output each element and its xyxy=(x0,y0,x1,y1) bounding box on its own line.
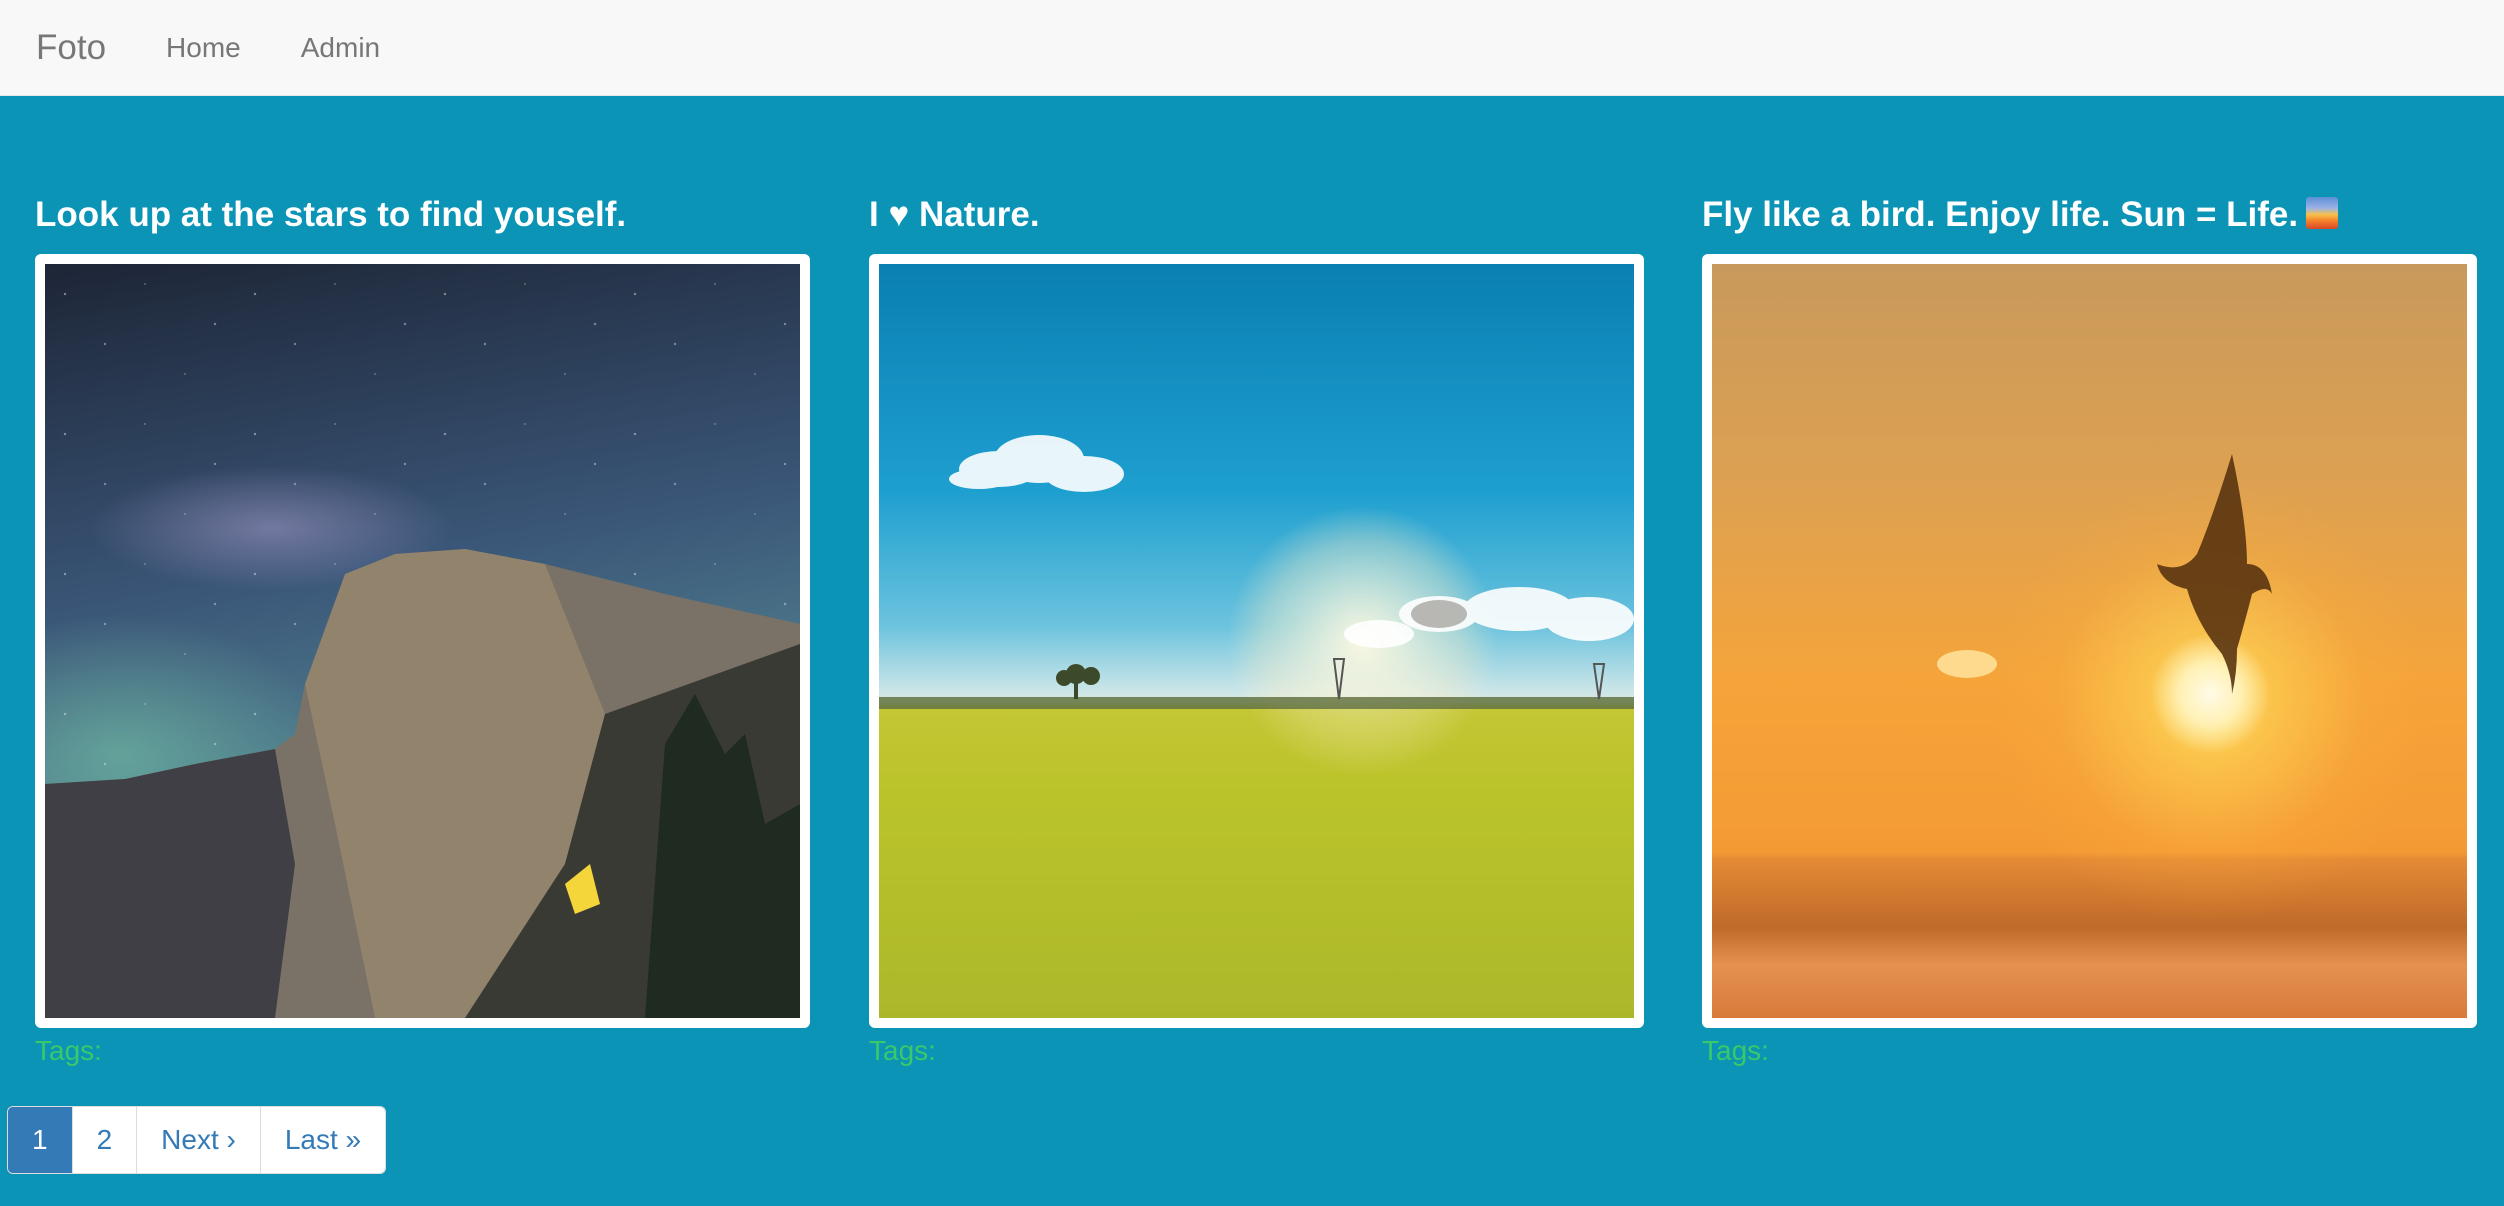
photo-thumbnail[interactable] xyxy=(869,254,1644,1028)
photo-title[interactable]: Fly like a bird. Enjoy life. Sun = Life. xyxy=(1702,190,2477,240)
last-page-link[interactable]: Last » xyxy=(259,1107,386,1173)
tags-label: Tags: xyxy=(1702,1035,1769,1066)
page-2-link[interactable]: 2 xyxy=(71,1107,137,1173)
rock-silhouette xyxy=(45,549,800,1018)
photo-title[interactable]: Look up at the stars to find youself. xyxy=(35,190,810,240)
stars-rock-photo[interactable] xyxy=(45,264,800,1018)
next-page-link[interactable]: Next › xyxy=(136,1107,260,1173)
photo-thumbnail[interactable] xyxy=(35,254,810,1028)
nav-admin-link[interactable]: Admin xyxy=(301,32,380,64)
page-1-link[interactable]: 1 xyxy=(8,1107,72,1173)
pagination: 1 2 Next › Last » xyxy=(7,1106,387,1174)
brand-logo-link[interactable]: Foto xyxy=(36,28,106,68)
top-navbar: Foto Home Admin xyxy=(0,0,2504,96)
bird-silhouette xyxy=(1937,454,2272,694)
nav-home-link[interactable]: Home xyxy=(166,32,241,64)
photo-card: I ♥ Nature. Tags: xyxy=(869,190,1644,1068)
photo-title[interactable]: I ♥ Nature. xyxy=(869,190,1644,240)
bird-sunset-photo[interactable] xyxy=(1712,264,2467,1018)
photo-card: Fly like a bird. Enjoy life. Sun = Life.… xyxy=(1702,190,2477,1068)
tags-label: Tags: xyxy=(869,1035,936,1066)
photo-thumbnail[interactable] xyxy=(1702,254,2477,1028)
photo-title-text: Fly like a bird. Enjoy life. Sun = Life. xyxy=(1702,195,2299,234)
photo-card: Look up at the stars to find youself. Ta… xyxy=(35,190,810,1068)
tags-label: Tags: xyxy=(35,1035,102,1066)
field-scene xyxy=(879,435,1634,1018)
rapeseed-field-photo[interactable] xyxy=(879,264,1634,1018)
sunrise-emoji-icon xyxy=(2306,197,2339,229)
